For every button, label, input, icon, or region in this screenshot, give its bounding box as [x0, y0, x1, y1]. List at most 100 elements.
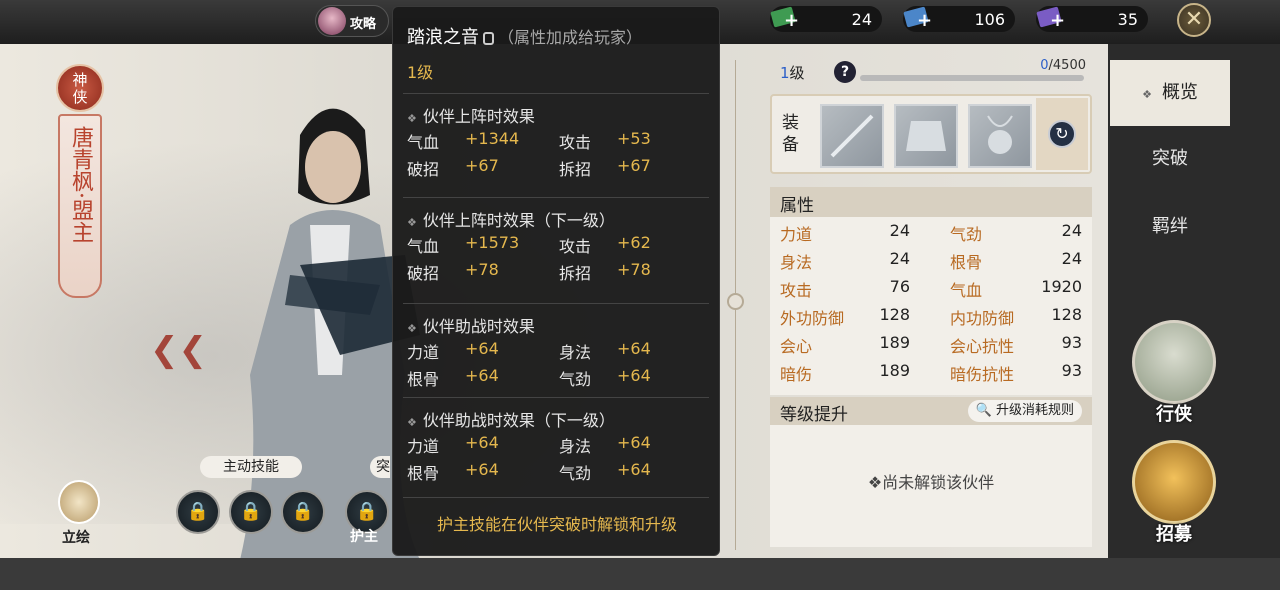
tooltip-section-header: ❖ 伙伴助战时效果（下一级）	[407, 411, 615, 430]
tooltip-separator	[403, 93, 709, 94]
attribute-name: 会心抗性	[950, 337, 1015, 356]
refresh-icon[interactable]: ↻	[1048, 120, 1076, 148]
tooltip-title: 踏浪之音 （属性加成给玩家）	[407, 27, 643, 48]
stat-name: 气劲	[559, 464, 592, 483]
attribute-value: 24	[1061, 249, 1082, 268]
close-button[interactable]: ✕	[1177, 3, 1211, 37]
add-icon: +	[784, 10, 800, 31]
attribute-name: 外功防御	[780, 309, 845, 328]
attribute-value: 128	[1051, 305, 1082, 324]
weapon-slot[interactable]	[820, 104, 884, 168]
robe-icon	[906, 121, 946, 151]
stat-bonus: +67	[617, 156, 651, 175]
attribute-value: 93	[1061, 361, 1082, 380]
diamond-icon: ❖	[407, 216, 417, 229]
stat-name: 攻击	[559, 133, 592, 152]
stat-bonus: +64	[617, 339, 651, 358]
equipment-box: 装备 ↻	[770, 94, 1092, 174]
travel-button[interactable]	[1132, 320, 1216, 404]
tooltip-stat-row: 根骨 +64 气劲 +64	[407, 460, 707, 487]
diamond-icon: ❖	[407, 416, 417, 429]
tooltip-section-header: ❖ 伙伴助战时效果	[407, 317, 535, 336]
recruit-button[interactable]	[1132, 440, 1216, 524]
exp-text: 0/4500	[1040, 58, 1086, 73]
attribute-value: 93	[1061, 333, 1082, 352]
stat-bonus: +78	[465, 260, 499, 279]
tab-breakthrough[interactable]: 突破	[1110, 126, 1230, 192]
divider-ornament	[727, 293, 744, 310]
attribute-cell: 会心 189	[770, 333, 910, 361]
attribute-cell: 外功防御 128	[770, 305, 910, 333]
help-button[interactable]: ?	[834, 61, 856, 83]
attribute-name: 会心	[780, 337, 813, 356]
stat-name: 根骨	[407, 370, 440, 389]
attribute-value: 24	[1061, 221, 1082, 240]
skill-slot-locked[interactable]: 🔒	[281, 490, 325, 534]
tooltip-section-header: ❖ 伙伴上阵时效果（下一级）	[407, 211, 615, 230]
attribute-name: 暗伤抗性	[950, 365, 1015, 384]
attribute-grid: 力道 24 气劲 24 身法 24 根骨 24 攻击 76 气血 1920 外功防御 128 内功防御 128…	[770, 217, 1092, 395]
tooltip-separator	[403, 303, 709, 304]
add-icon: +	[1050, 10, 1066, 31]
stat-bonus: +64	[465, 433, 499, 452]
portrait-button[interactable]	[58, 480, 100, 524]
stat-name: 气血	[407, 237, 440, 256]
tooltip-stat-row: 力道 +64 身法 +64	[407, 339, 707, 366]
tooltip-section: ❖ 伙伴上阵时效果（下一级） 气血 +1573 攻击 +62 破招 +78 拆招 +78	[407, 207, 707, 287]
tooltip-section-header: ❖ 伙伴上阵时效果	[407, 107, 535, 126]
tooltip-stat-row: 破招 +67 拆招 +67	[407, 156, 707, 183]
lock-icon: 🔒	[355, 501, 379, 522]
attribute-name: 力道	[780, 225, 813, 244]
resource-value: 106	[974, 10, 1005, 29]
equip-label: 装备	[782, 113, 799, 155]
attribute-name: 内功防御	[950, 309, 1015, 328]
diamond-icon: ❖	[407, 112, 417, 125]
stat-name: 力道	[407, 437, 440, 456]
attribute-cell: 根骨 24	[940, 249, 1082, 277]
attribute-cell: 气血 1920	[940, 277, 1082, 305]
attribute-name: 身法	[780, 253, 813, 272]
stat-bonus: +64	[617, 433, 651, 452]
resource-green-ticket[interactable]: + 24	[770, 6, 882, 32]
stat-bonus: +64	[617, 460, 651, 479]
lock-icon: 🔒	[239, 501, 263, 522]
lock-icon: 🔒	[186, 501, 210, 522]
stat-name: 拆招	[559, 264, 592, 283]
attribute-cell: 攻击 76	[770, 277, 910, 305]
lock-icon: 🔒	[291, 501, 315, 522]
attribute-name: 暗伤	[780, 365, 813, 384]
breakthrough-skill-label: 突	[370, 456, 390, 478]
skill-slot-locked[interactable]: 🔒	[229, 490, 273, 534]
resource-value: 24	[851, 10, 872, 29]
guide-avatar	[318, 7, 346, 35]
stat-bonus: +53	[617, 129, 651, 148]
stat-bonus: +64	[465, 366, 499, 385]
attribute-cell: 暗伤抗性 93	[940, 361, 1082, 389]
upgrade-rules-button[interactable]: 🔍 升级消耗规则	[967, 400, 1082, 422]
tab-bonds[interactable]: 羁绊	[1110, 194, 1230, 260]
attribute-value: 189	[879, 361, 910, 380]
resource-blue-ticket[interactable]: + 106	[903, 6, 1015, 32]
exp-bar	[860, 75, 1084, 81]
bottom-bar	[0, 558, 1280, 590]
attribute-value: 24	[889, 249, 910, 268]
resource-purple-ticket[interactable]: + 35	[1036, 6, 1148, 32]
armor-slot[interactable]	[894, 104, 958, 168]
skill-slot-locked[interactable]: 🔒	[176, 490, 220, 534]
stat-bonus: +1573	[465, 233, 520, 252]
tooltip-section: ❖ 伙伴助战时效果 力道 +64 身法 +64 根骨 +64 气劲 +64	[407, 313, 707, 393]
prev-hero-arrow[interactable]: ❮❮	[150, 330, 207, 370]
tooltip-level: 1级	[407, 63, 434, 82]
stat-name: 根骨	[407, 464, 440, 483]
attribute-value: 24	[889, 221, 910, 240]
tab-overview[interactable]: ❖ 概览	[1110, 60, 1230, 126]
stat-name: 身法	[559, 343, 592, 362]
tooltip-footer: 护主技能在伙伴突破时解锁和升级	[436, 515, 677, 534]
attribute-name: 气劲	[950, 225, 983, 244]
accessory-slot[interactable]	[968, 104, 1032, 168]
attribute-cell: 会心抗性 93	[940, 333, 1082, 361]
hero-class-badge: 神侠	[56, 64, 104, 112]
guide-button[interactable]: 攻略	[315, 5, 389, 37]
locked-message: ❖尚未解锁该伙伴	[867, 473, 995, 492]
attribute-value: 189	[879, 333, 910, 352]
